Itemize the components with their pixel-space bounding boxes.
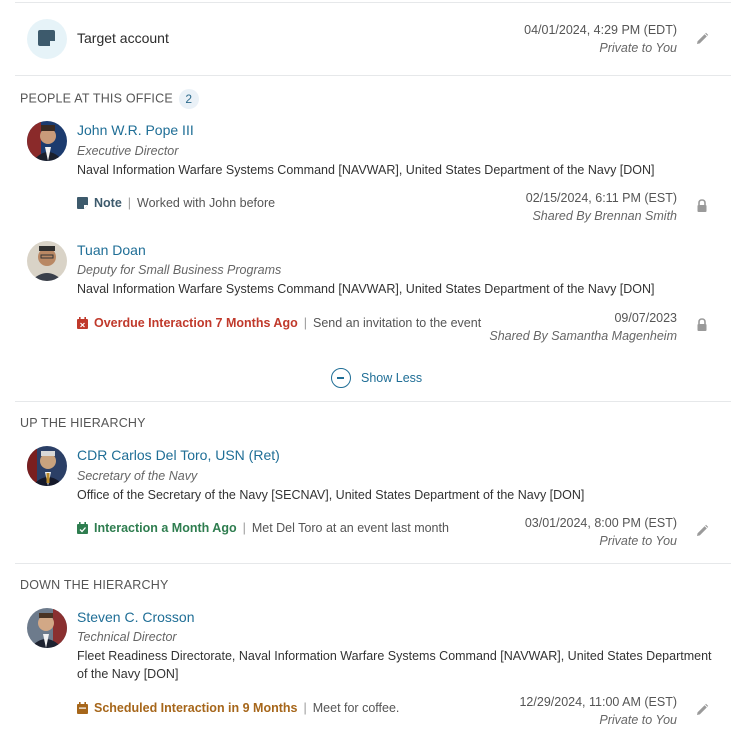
people-count-badge: 2 bbox=[178, 89, 199, 109]
activity-row: Note | Worked with John before bbox=[77, 196, 275, 210]
person-org: Naval Information Warfare Systems Comman… bbox=[77, 163, 655, 177]
separator: | bbox=[303, 701, 307, 715]
activity-timestamp: 03/01/2024, 8:00 PM (EST) bbox=[524, 516, 677, 530]
calendar-check-icon bbox=[77, 522, 88, 534]
minus-circle-icon bbox=[331, 368, 351, 388]
activity-meta: 12/29/2024, 11:00 AM (EST) Private to Yo… bbox=[519, 693, 677, 729]
avatar[interactable] bbox=[27, 241, 67, 281]
activity-timestamp: 12/29/2024, 11:00 AM (EST) bbox=[519, 695, 677, 709]
person-name-link[interactable]: CDR Carlos Del Toro, USN (Ret) bbox=[77, 447, 280, 463]
activity-label: Interaction a Month Ago bbox=[94, 521, 237, 535]
note-icon bbox=[27, 19, 67, 59]
activity-label: Note bbox=[94, 196, 122, 210]
section-title-up: UP THE HIERARCHY bbox=[20, 416, 146, 430]
avatar[interactable] bbox=[27, 446, 67, 486]
activity-meta: 02/15/2024, 6:11 PM (EST) Shared By Bren… bbox=[526, 189, 677, 225]
person-name-link[interactable]: John W.R. Pope III bbox=[77, 122, 194, 138]
note-icon bbox=[77, 197, 88, 209]
activity-row: Interaction a Month Ago | Met Del Toro a… bbox=[77, 521, 449, 535]
target-meta: 04/01/2024, 4:29 PM (EDT) Private to You bbox=[524, 21, 677, 57]
activity-timestamp: 02/15/2024, 6:11 PM (EST) bbox=[525, 191, 677, 205]
activity-meta: 03/01/2024, 8:00 PM (EST) Private to You bbox=[525, 514, 677, 550]
activity-visibility: Private to You bbox=[599, 534, 677, 548]
person-org: Fleet Readiness Directorate, Naval Infor… bbox=[77, 649, 712, 681]
activity-text: Worked with John before bbox=[137, 196, 276, 210]
activity-text: Send an invitation to the event bbox=[312, 316, 482, 330]
calendar-overdue-icon bbox=[77, 317, 88, 329]
person-org: Naval Information Warfare Systems Comman… bbox=[77, 282, 655, 296]
target-account-label: Target account bbox=[77, 30, 169, 46]
office-panel: Target account 04/01/2024, 4:29 PM (EDT)… bbox=[15, 0, 731, 746]
separator: | bbox=[242, 521, 246, 535]
activity-row: Scheduled Interaction in 9 Months | Meet… bbox=[77, 701, 399, 715]
person-title: Executive Director bbox=[77, 144, 179, 158]
pencil-icon[interactable] bbox=[695, 703, 709, 717]
lock-icon bbox=[697, 318, 707, 331]
show-less-button[interactable]: Show Less bbox=[331, 368, 422, 388]
section-title-text: PEOPLE AT THIS OFFICE bbox=[20, 91, 173, 106]
lock-icon bbox=[697, 199, 707, 212]
divider bbox=[15, 563, 731, 564]
activity-text: Meet for coffee. bbox=[312, 701, 400, 715]
avatar[interactable] bbox=[27, 608, 67, 648]
person-org: Office of the Secretary of the Navy [SEC… bbox=[77, 488, 585, 502]
show-less-label: Show Less bbox=[361, 371, 423, 385]
activity-label: Scheduled Interaction in 9 Months bbox=[94, 701, 298, 715]
avatar[interactable] bbox=[27, 121, 67, 161]
activity-shared-by: Shared By Samantha Magenheim bbox=[489, 329, 677, 343]
separator: | bbox=[127, 196, 132, 210]
divider bbox=[15, 401, 731, 402]
section-title-people: PEOPLE AT THIS OFFICE 2 bbox=[20, 89, 199, 109]
pencil-icon[interactable] bbox=[695, 32, 709, 46]
activity-row: Overdue Interaction 7 Months Ago | Send … bbox=[77, 316, 481, 330]
activity-label: Overdue Interaction 7 Months Ago bbox=[94, 316, 298, 330]
target-account-row: Target account 04/01/2024, 4:29 PM (EDT)… bbox=[15, 2, 731, 75]
calendar-scheduled-icon bbox=[77, 702, 88, 714]
person-title: Deputy for Small Business Programs bbox=[77, 263, 282, 277]
activity-meta: 09/07/2023 Shared By Samantha Magenheim bbox=[489, 309, 677, 345]
activity-visibility: Private to You bbox=[599, 713, 677, 727]
activity-timestamp: 09/07/2023 bbox=[614, 311, 677, 325]
person-name-link[interactable]: Steven C. Crosson bbox=[77, 609, 195, 625]
target-visibility: Private to You bbox=[599, 41, 677, 55]
pencil-icon[interactable] bbox=[695, 524, 709, 538]
target-timestamp: 04/01/2024, 4:29 PM (EDT) bbox=[524, 23, 677, 37]
divider bbox=[15, 75, 731, 76]
person-title: Technical Director bbox=[77, 630, 177, 644]
separator: | bbox=[303, 316, 307, 330]
person-name-link[interactable]: Tuan Doan bbox=[77, 242, 146, 258]
section-title-down: DOWN THE HIERARCHY bbox=[20, 578, 169, 592]
activity-shared-by: Shared By Brennan Smith bbox=[532, 209, 677, 223]
activity-text: Met Del Toro at an event last month bbox=[251, 521, 449, 535]
person-title: Secretary of the Navy bbox=[77, 469, 198, 483]
